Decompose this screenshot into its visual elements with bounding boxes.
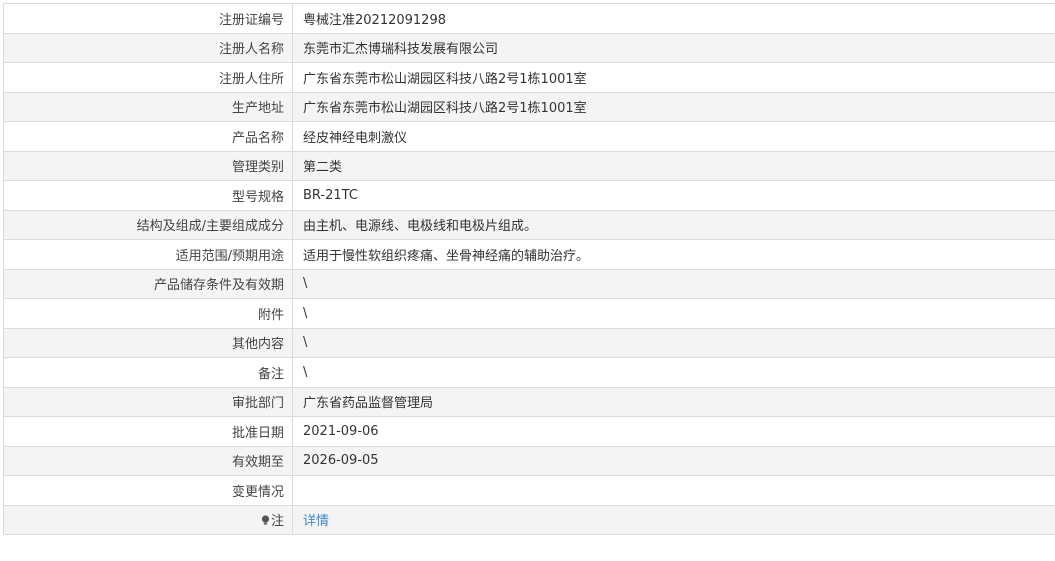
table-row: 附件 \ bbox=[3, 298, 1055, 329]
table-row: 型号规格 BR-21TC bbox=[3, 180, 1055, 211]
registration-detail-panel: 注册证编号 粤械注准20212091298 注册人名称 东莞市汇杰博瑞科技发展有… bbox=[3, 3, 1055, 535]
field-value: \ bbox=[292, 357, 1055, 388]
details-link[interactable]: 详情 bbox=[303, 514, 329, 529]
table-row: 注册人名称 东莞市汇杰博瑞科技发展有限公司 bbox=[3, 32, 1055, 63]
table-row-note: 注 详情 bbox=[3, 504, 1055, 535]
table-row: 批准日期 2021-09-06 bbox=[3, 416, 1055, 447]
field-value: \ bbox=[292, 268, 1055, 299]
field-label: 其他内容 bbox=[3, 327, 293, 358]
field-value: \ bbox=[292, 327, 1055, 358]
note-value-cell: 详情 bbox=[292, 504, 1055, 535]
field-value bbox=[292, 475, 1055, 506]
field-label: 附件 bbox=[3, 298, 293, 329]
table-row: 产品名称 经皮神经电刺激仪 bbox=[3, 121, 1055, 152]
field-label: 产品名称 bbox=[3, 121, 293, 152]
table-row: 适用范围/预期用途 适用于慢性软组织疼痛、坐骨神经痛的辅助治疗。 bbox=[3, 239, 1055, 270]
field-label: 注册人住所 bbox=[3, 62, 293, 93]
field-value: 广东省东莞市松山湖园区科技八路2号1栋1001室 bbox=[292, 62, 1055, 93]
field-value: 2021-09-06 bbox=[292, 416, 1055, 447]
field-value: 东莞市汇杰博瑞科技发展有限公司 bbox=[292, 32, 1055, 63]
table-row: 变更情况 bbox=[3, 475, 1055, 506]
field-label: 批准日期 bbox=[3, 416, 293, 447]
table-row: 有效期至 2026-09-05 bbox=[3, 445, 1055, 476]
field-value: 广东省东莞市松山湖园区科技八路2号1栋1001室 bbox=[292, 91, 1055, 122]
lightbulb-icon bbox=[261, 515, 270, 528]
table-row: 注册人住所 广东省东莞市松山湖园区科技八路2号1栋1001室 bbox=[3, 62, 1055, 93]
note-label-cell: 注 bbox=[3, 504, 293, 535]
field-value: 第二类 bbox=[292, 150, 1055, 181]
field-value: BR-21TC bbox=[292, 180, 1055, 211]
field-label: 生产地址 bbox=[3, 91, 293, 122]
field-label: 变更情况 bbox=[3, 475, 293, 506]
table-row: 结构及组成/主要组成成分 由主机、电源线、电极线和电极片组成。 bbox=[3, 209, 1055, 240]
table-row: 其他内容 \ bbox=[3, 327, 1055, 358]
table-row: 审批部门 广东省药品监督管理局 bbox=[3, 386, 1055, 417]
field-label: 备注 bbox=[3, 357, 293, 388]
field-label: 结构及组成/主要组成成分 bbox=[3, 209, 293, 240]
note-label: 注 bbox=[270, 514, 284, 530]
field-value: 广东省药品监督管理局 bbox=[292, 386, 1055, 417]
field-label: 注册人名称 bbox=[3, 32, 293, 63]
field-label: 管理类别 bbox=[3, 150, 293, 181]
table-row: 产品储存条件及有效期 \ bbox=[3, 268, 1055, 299]
field-label: 注册证编号 bbox=[3, 3, 293, 34]
field-value: 适用于慢性软组织疼痛、坐骨神经痛的辅助治疗。 bbox=[292, 239, 1055, 270]
table-row: 注册证编号 粤械注准20212091298 bbox=[3, 3, 1055, 34]
table-row: 备注 \ bbox=[3, 357, 1055, 388]
field-value: 粤械注准20212091298 bbox=[292, 3, 1055, 34]
field-label: 型号规格 bbox=[3, 180, 293, 211]
field-label: 有效期至 bbox=[3, 445, 293, 476]
registration-detail-table: 注册证编号 粤械注准20212091298 注册人名称 东莞市汇杰博瑞科技发展有… bbox=[3, 3, 1055, 535]
field-value: 由主机、电源线、电极线和电极片组成。 bbox=[292, 209, 1055, 240]
table-row: 管理类别 第二类 bbox=[3, 150, 1055, 181]
field-value: 2026-09-05 bbox=[292, 445, 1055, 476]
field-label: 适用范围/预期用途 bbox=[3, 239, 293, 270]
field-value: 经皮神经电刺激仪 bbox=[292, 121, 1055, 152]
table-row: 生产地址 广东省东莞市松山湖园区科技八路2号1栋1001室 bbox=[3, 91, 1055, 122]
field-value: \ bbox=[292, 298, 1055, 329]
field-label: 审批部门 bbox=[3, 386, 293, 417]
field-label: 产品储存条件及有效期 bbox=[3, 268, 293, 299]
